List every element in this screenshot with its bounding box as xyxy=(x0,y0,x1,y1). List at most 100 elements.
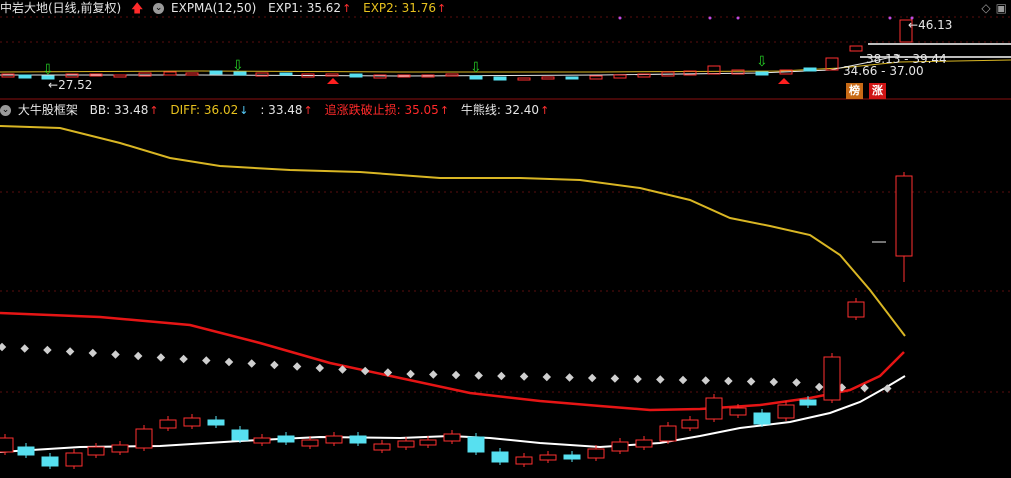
left-arrow-icon: ← xyxy=(908,18,919,32)
dot-marker xyxy=(769,377,779,387)
candlestick xyxy=(799,399,817,406)
candlestick xyxy=(753,412,771,425)
candlestick xyxy=(777,404,795,419)
dot-marker xyxy=(610,374,620,383)
candlestick xyxy=(159,419,177,429)
candlestick xyxy=(65,452,83,467)
rise-badge[interactable]: 涨 xyxy=(869,83,886,99)
signal-dot xyxy=(888,16,892,20)
candlestick xyxy=(18,74,32,79)
candlestick xyxy=(163,71,177,76)
candlestick xyxy=(183,417,201,427)
dot-marker xyxy=(497,371,506,381)
candlestick xyxy=(325,435,343,444)
candlestick xyxy=(111,444,129,453)
dot-marker xyxy=(179,354,188,364)
dot-marker xyxy=(678,375,688,385)
candlestick xyxy=(729,407,747,416)
dot-marker xyxy=(43,345,52,355)
candlestick xyxy=(277,435,295,443)
dot-marker xyxy=(701,376,710,385)
candlestick xyxy=(517,77,531,81)
candlestick xyxy=(681,419,699,429)
candlestick xyxy=(301,439,319,447)
dot-marker xyxy=(565,373,574,382)
list-badge[interactable]: 榜 xyxy=(846,83,863,99)
candlestick xyxy=(541,76,555,80)
dot-marker xyxy=(133,351,143,361)
high-price-label: ←46.13 xyxy=(908,18,953,32)
dot-marker xyxy=(633,374,642,384)
candlestick xyxy=(823,356,841,401)
candlestick xyxy=(539,454,557,461)
candlestick xyxy=(469,75,483,80)
buy-arrow-icon: ⇩ xyxy=(470,60,482,76)
bull-bear-value: 牛熊线: 32.40 xyxy=(460,103,540,117)
candlestick xyxy=(207,419,225,426)
dot-marker xyxy=(247,359,256,368)
third-value: : 33.48 xyxy=(260,103,303,117)
candlestick xyxy=(755,71,769,76)
dot-marker xyxy=(224,357,234,367)
sell-triangle-icon xyxy=(327,78,339,84)
candlestick xyxy=(589,75,603,80)
up-arrow-icon: ↑ xyxy=(540,104,550,117)
candlestick xyxy=(185,72,199,76)
dot-marker xyxy=(292,362,302,371)
diff-value: DIFF: 36.02 xyxy=(170,103,239,117)
buy-arrow-icon: ⇩ xyxy=(42,62,54,78)
dot-marker xyxy=(20,344,29,353)
down-arrow-icon: ↓ xyxy=(239,104,249,117)
candlestick xyxy=(17,446,35,456)
candlestick xyxy=(587,448,605,459)
chevron-down-icon[interactable]: ⌄ xyxy=(0,105,11,116)
up-arrow-icon: ↑ xyxy=(303,104,313,117)
dot-marker xyxy=(111,350,120,359)
sell-triangle-icon xyxy=(778,78,790,84)
candlestick xyxy=(255,72,269,77)
candlestick xyxy=(397,440,415,448)
candlestick xyxy=(707,65,721,75)
candlestick xyxy=(373,74,387,79)
dot-marker xyxy=(474,371,483,380)
candlestick xyxy=(635,439,653,448)
candlestick xyxy=(209,70,223,75)
dot-marker xyxy=(587,373,597,383)
candlestick xyxy=(803,67,817,72)
candlestick xyxy=(113,74,127,78)
candlestick xyxy=(565,76,579,80)
left-arrow-icon: ← xyxy=(48,78,59,92)
dot-marker xyxy=(724,376,733,386)
candlestick xyxy=(493,76,507,81)
candlestick xyxy=(41,456,59,467)
signal-dot xyxy=(736,16,740,20)
candlestick xyxy=(443,433,461,442)
candlestick xyxy=(373,443,391,451)
candlestick xyxy=(349,435,367,444)
signal-dot xyxy=(708,16,712,20)
candlestick xyxy=(87,446,105,456)
sub-panel-header: ⌄ 大牛股框架 BB: 33.48↑ DIFF: 36.02↓ : 33.48↑… xyxy=(0,102,549,119)
candlestick xyxy=(659,425,677,442)
dot-marker xyxy=(88,348,98,358)
bb-value: BB: 33.48 xyxy=(89,103,149,117)
stop-loss-line xyxy=(0,311,905,412)
diff-line xyxy=(0,125,906,337)
candlestick xyxy=(231,429,249,441)
dot-marker xyxy=(0,342,7,352)
candlestick xyxy=(0,437,14,453)
signal-dot xyxy=(618,16,622,20)
up-arrow-icon: ↑ xyxy=(149,104,159,117)
dot-marker xyxy=(429,370,438,379)
dot-marker xyxy=(360,366,370,376)
range-label-2: 34.66 - 37.00 xyxy=(843,64,924,78)
dot-marker xyxy=(406,369,415,379)
stop-loss-value: 追涨跌破止损: 35.05 xyxy=(324,103,439,117)
dot-marker xyxy=(656,375,665,384)
dot-marker xyxy=(542,372,552,382)
candlestick xyxy=(467,436,485,453)
dot-marker xyxy=(315,363,325,373)
up-arrow-icon: ↑ xyxy=(439,104,450,117)
candlestick xyxy=(253,437,271,444)
sub-indicator-name[interactable]: 大牛股框架 xyxy=(18,102,78,119)
